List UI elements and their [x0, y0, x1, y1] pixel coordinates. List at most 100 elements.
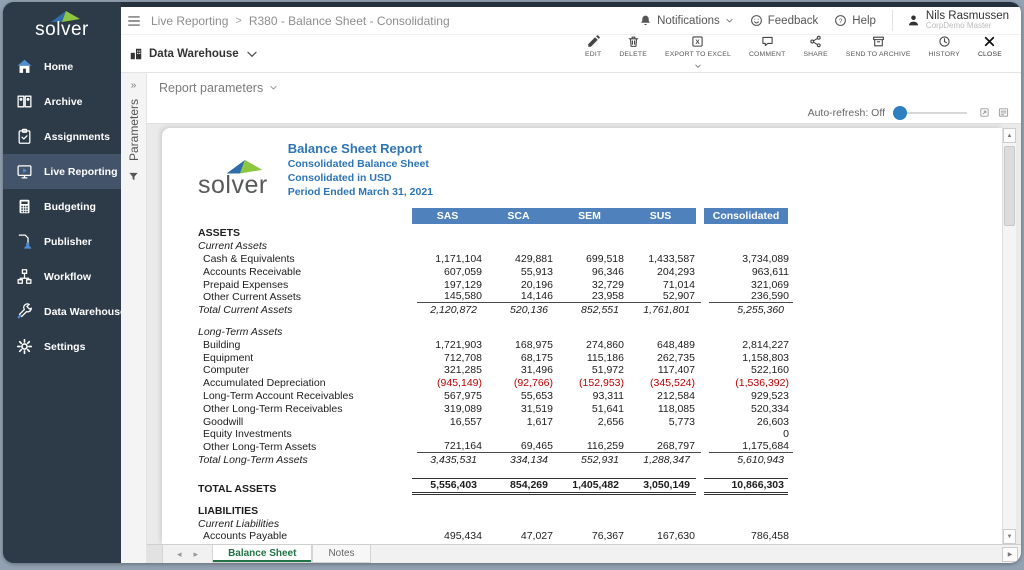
cell-value: 168,975 [515, 338, 553, 351]
share-button[interactable]: SHARE [794, 32, 836, 58]
sidebar-item-publisher[interactable]: Publisher [3, 224, 121, 259]
cell-value: 115,186 [586, 351, 624, 364]
action-label: SHARE [803, 51, 828, 58]
notifications-button[interactable]: Notifications [639, 14, 734, 27]
row-label: Current Assets [198, 240, 268, 253]
home-icon [16, 58, 33, 75]
data-source-selector[interactable]: Data Warehouse [129, 47, 259, 61]
cell-value: 274,860 [586, 338, 624, 351]
column-header-sca: SCA [483, 207, 554, 224]
cell-value: 68,175 [520, 351, 553, 364]
data-source-label: Data Warehouse [149, 47, 239, 60]
sidebar-item-assignments[interactable]: Assignments [3, 119, 121, 154]
delete-button[interactable]: DELETE [610, 32, 656, 58]
help-button[interactable]: ? Help [834, 14, 876, 27]
cell-value: 212,584 [657, 389, 695, 402]
sheet-tab-strip: ◂ ▸ Balance Sheet Notes ▶ [147, 544, 1021, 563]
cell-value: 321,285 [444, 364, 482, 377]
sidebar-item-home[interactable]: Home [3, 49, 121, 84]
cell-value: 167,630 [657, 530, 695, 543]
edit-button[interactable]: EDIT [576, 32, 610, 58]
close-button[interactable]: CLOSE [969, 32, 1011, 58]
scroll-right-icon[interactable]: ▶ [1002, 546, 1018, 562]
help-icon: ? [834, 14, 847, 27]
topbar-right: Notifications Feedback ? Help Nils Rasmu… [639, 9, 1009, 32]
cell-value: 3,050,149 [643, 478, 690, 491]
budgeting-icon [16, 198, 33, 215]
table-row: Cash & Equivalents 1,171,104 429,881 699,51… [198, 252, 1002, 265]
sidebar-item-budgeting[interactable]: Budgeting [3, 189, 121, 224]
row-spacer [198, 495, 1002, 504]
cell-value: 495,434 [444, 530, 482, 543]
feedback-button[interactable]: Feedback [750, 14, 818, 27]
tabstrip-corner [147, 545, 163, 563]
report-parameters-toggle[interactable]: Report parameters [147, 73, 1021, 102]
row-label: Other Current Assets [203, 291, 302, 304]
table-row: Total Current Assets 2,120,872 520,136 852,… [198, 303, 1002, 316]
row-label: Accounts Receivable [203, 265, 302, 278]
prev-sheet-icon[interactable]: ◂ [177, 549, 182, 560]
tab-balance-sheet[interactable]: Balance Sheet [212, 545, 313, 563]
export-to-excel-button[interactable]: X EXPORT TO EXCEL [656, 32, 740, 75]
table-row: ASSETS [198, 227, 1002, 240]
sheet-tab-nav: ◂ ▸ [163, 545, 212, 563]
history-button[interactable]: HISTORY [920, 32, 969, 58]
chevron-down-icon [245, 47, 259, 61]
sidebar-item-live-reporting[interactable]: Live Reporting [3, 154, 121, 189]
scroll-up-icon[interactable]: ▲ [1003, 128, 1016, 143]
cell-value-consolidated: 0 [783, 428, 789, 441]
expand-rail-icon[interactable]: » [131, 80, 137, 91]
history-icon [938, 35, 951, 48]
table-body: ASSETS Current Assets Cash & Equivalents 1,… [198, 227, 1002, 544]
tab-notes[interactable]: Notes [312, 545, 371, 563]
sidebar-item-archive[interactable]: Archive [3, 84, 121, 119]
auto-refresh-slider[interactable] [893, 105, 967, 120]
expand-view-icon[interactable] [979, 107, 990, 118]
sidebar-item-settings[interactable]: Settings [3, 329, 121, 364]
table-row: Current Assets [198, 239, 1002, 252]
cell-value: 3,435,531 [430, 453, 477, 466]
breadcrumb-module[interactable]: Live Reporting [151, 14, 228, 28]
cell-value: 118,085 [657, 402, 695, 415]
cell-value: (945,149) [437, 377, 482, 390]
row-label: Equipment [203, 351, 254, 364]
cell-value: 520,136 [510, 304, 548, 317]
report-sheet: solver Balance Sheet Report Consolidated… [162, 128, 1002, 544]
report-title: Balance Sheet Report [287, 141, 423, 156]
row-label: Total Long-Term Assets [198, 453, 308, 466]
cell-value-consolidated: 10,866,303 [731, 478, 784, 491]
vertical-scroll-track[interactable] [1003, 143, 1016, 529]
next-sheet-icon[interactable]: ▸ [194, 549, 199, 560]
cell-value: 47,027 [520, 530, 553, 543]
comment-button[interactable]: COMMENT [740, 32, 795, 58]
cell-value-consolidated: 929,523 [751, 389, 789, 402]
parameters-rail[interactable]: » Parameters [121, 73, 147, 563]
send-to-archive-button[interactable]: SEND TO ARCHIVE [837, 32, 920, 58]
horizontal-scrollbar[interactable]: ▶ [1002, 545, 1021, 563]
table-row: Accounts Receivable 607,059 55,913 96,346 20… [198, 265, 1002, 278]
cell-value: 712,708 [444, 351, 482, 364]
sidebar-menu: Home Archive Assignments Live Reporting Budg… [3, 49, 126, 364]
sidebar-item-data-warehouse[interactable]: Data Warehouse [3, 294, 126, 329]
row-label: ASSETS [198, 227, 241, 240]
cell-value: 429,881 [515, 252, 553, 265]
user-menu[interactable]: Nils Rasmussen CorpDemo Master [891, 9, 1009, 32]
vertical-scroll-thumb[interactable] [1004, 146, 1015, 226]
menu-icon[interactable] [127, 14, 141, 28]
sidebar-item-label: Archive [44, 95, 83, 108]
svg-text:X: X [696, 39, 701, 46]
help-label: Help [852, 14, 876, 27]
cell-value: 14,146 [520, 290, 553, 303]
cell-value-consolidated: 786,458 [751, 530, 789, 543]
row-label: Goodwill [203, 415, 244, 428]
sidebar-item-workflow[interactable]: Workflow [3, 259, 121, 294]
details-icon[interactable] [998, 107, 1009, 118]
vertical-scrollbar[interactable]: ▲ ▼ [1002, 128, 1016, 544]
cell-value-consolidated: 236,590 [751, 290, 789, 303]
auto-refresh-knob[interactable] [893, 105, 907, 120]
sidebar-item-label: Home [44, 60, 74, 73]
table-row: Total Long-Term Assets 3,435,531 334,134 55… [198, 453, 1002, 466]
row-label: Total Current Assets [198, 304, 293, 317]
scroll-down-icon[interactable]: ▼ [1003, 529, 1016, 544]
cell-value: 1,761,801 [643, 304, 690, 317]
